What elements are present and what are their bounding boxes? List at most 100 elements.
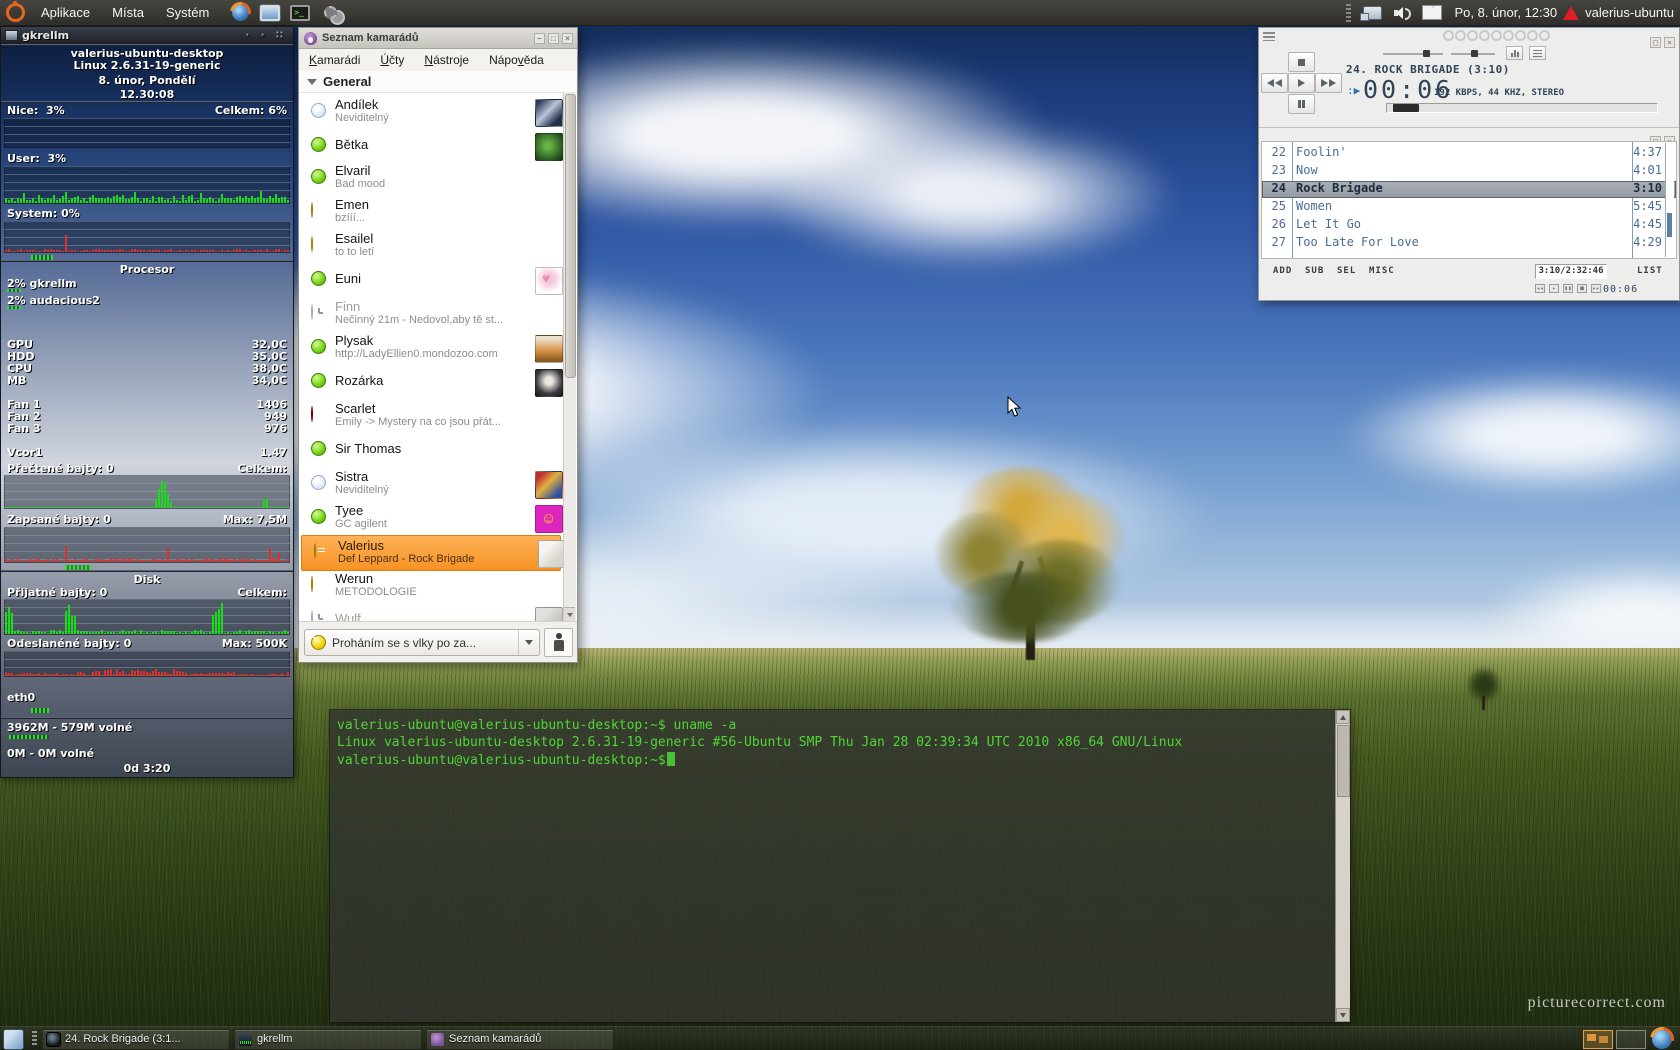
playlist-toggle-button[interactable]	[1529, 46, 1546, 60]
buddy-row[interactable]: Tyee GC agilent	[299, 501, 563, 535]
pidgin-titlebar[interactable]: Seznam kamarádů –□×	[299, 28, 577, 49]
list-button[interactable]: LIST	[1637, 266, 1663, 276]
gkrellm-date[interactable]: 8. únor, Pondělí	[1, 74, 293, 87]
mini-next-button[interactable]: ▸▸	[1591, 284, 1601, 293]
warning-icon[interactable]	[1563, 6, 1579, 20]
net-rx-chart[interactable]	[4, 599, 290, 635]
balance-slider[interactable]	[1451, 53, 1495, 55]
terminal-scrollbar[interactable]	[1335, 710, 1350, 1022]
scrollbar-thumb[interactable]	[565, 94, 576, 378]
gkrellm-titlebar-buttons[interactable]: · · ∷	[245, 30, 287, 41]
gears-icon[interactable]	[320, 3, 340, 23]
buddy-row[interactable]: Rozárka	[299, 365, 563, 399]
menu-places[interactable]: Místa	[101, 0, 155, 25]
playlist-row[interactable]: 23 Now 4:01	[1262, 163, 1676, 180]
gkrellm-clock[interactable]: 12.30:08	[1, 88, 293, 101]
buddy-row-selected[interactable]: Valerius Def Leppard - Rock Brigade	[301, 535, 561, 571]
volume-icon[interactable]	[1392, 3, 1412, 23]
scroll-down-button[interactable]	[1336, 1008, 1350, 1022]
menu-help[interactable]: Nápověda	[479, 53, 554, 67]
buddy-row[interactable]: Sir Thomas	[299, 433, 563, 467]
playlist-row[interactable]: 26 Let It Go 4:45	[1262, 217, 1676, 234]
previous-button[interactable]	[1261, 73, 1288, 93]
playlist-scrollbar[interactable]	[1665, 143, 1674, 257]
buddy-row[interactable]: Emen bzííí...	[299, 195, 563, 229]
play-button[interactable]	[1288, 73, 1315, 93]
mini-previous-button[interactable]: ◂◂	[1535, 284, 1545, 293]
menu-tools[interactable]: Nástroje	[414, 53, 479, 67]
cpu-nice-chart[interactable]	[4, 118, 290, 148]
panel-clock[interactable]: Po, 8. únor, 12:30	[1454, 5, 1557, 20]
mail-icon[interactable]	[1422, 3, 1442, 23]
taskbar-task-pidgin[interactable]: Seznam kamarádů	[426, 1029, 614, 1050]
mini-pause-button[interactable]: ▮▮	[1563, 284, 1573, 293]
taskbar-grip[interactable]	[32, 1031, 37, 1047]
playlist-titlebar[interactable]	[1259, 127, 1679, 142]
buddy-row[interactable]: Plysak http://LadyEllien0.mondozoo.com	[299, 331, 563, 365]
visualizer-button[interactable]	[1506, 46, 1523, 60]
notification-area-grip[interactable]	[1346, 4, 1351, 22]
buddy-list-scrollbar[interactable]	[563, 92, 576, 621]
player-window-buttons[interactable]: □×	[1647, 30, 1675, 49]
add-button[interactable]: ADD	[1273, 266, 1292, 276]
taskbar-task-gkrellm[interactable]: gkrellm	[234, 1029, 422, 1050]
workspace-1[interactable]	[1583, 1030, 1613, 1049]
gkrellm-titlebar[interactable]: gkrellm · · ∷	[1, 27, 293, 44]
playlist-row-selected[interactable]: 24 Rock Brigade 3:10	[1262, 181, 1676, 198]
display-icon[interactable]	[260, 3, 280, 23]
show-desktop-button[interactable]	[3, 1029, 24, 1050]
buddy-row[interactable]: Scarlet Emily -> Mystery na co jsou přát…	[299, 399, 563, 433]
sel-button[interactable]: SEL	[1337, 266, 1356, 276]
volume-slider[interactable]	[1383, 53, 1443, 55]
buddy-row[interactable]: Werun METODOLOGIE	[299, 569, 563, 603]
playlist-row[interactable]: 27 Too Late For Love 4:29	[1262, 235, 1676, 252]
buddy-icon-button[interactable]	[544, 628, 573, 657]
pidgin-window-buttons[interactable]: –□×	[531, 32, 573, 44]
stop-button[interactable]	[1288, 52, 1315, 72]
workspace-2[interactable]	[1616, 1030, 1646, 1049]
mini-play-button[interactable]: ▸	[1549, 284, 1559, 293]
firefox-icon[interactable]	[230, 3, 250, 23]
scrollbar-down-button[interactable]	[564, 607, 575, 621]
buddy-row[interactable]: Elvaril Bad mood	[299, 161, 563, 195]
menu-applications[interactable]: Aplikace	[30, 0, 101, 25]
playlist-row[interactable]: 25 Women 5:45	[1262, 199, 1676, 216]
buddy-row[interactable]: Wulf	[299, 603, 563, 621]
firefox-icon[interactable]	[1652, 1029, 1672, 1049]
taskbar-task-audacious[interactable]: 24. Rock Brigade (3:1...	[42, 1029, 230, 1050]
status-dropdown-button[interactable]	[518, 630, 539, 655]
seek-bar[interactable]	[1386, 103, 1658, 113]
seek-handle[interactable]	[1393, 104, 1419, 112]
buddy-row[interactable]: Esailel to to letí	[299, 229, 563, 263]
buddy-row[interactable]: Andílek Neviditelný	[299, 95, 563, 129]
disk-panel-label[interactable]: Disk	[1, 573, 293, 586]
cpu-system-chart[interactable]	[4, 221, 290, 253]
buddy-row[interactable]: Finn Nečinný 21m - Nedovol,aby tě st...	[299, 297, 563, 331]
pause-button[interactable]	[1288, 94, 1315, 114]
status-selector[interactable]: Proháním se s vlky po za...	[304, 629, 540, 656]
group-header-general[interactable]: General	[299, 71, 577, 93]
terminal-window[interactable]: valerius-ubuntu@valerius-ubuntu-desktop:…	[330, 710, 1350, 1022]
sub-button[interactable]: SUB	[1305, 266, 1324, 276]
ubuntu-logo-icon[interactable]	[5, 3, 25, 23]
misc-button[interactable]: MISC	[1369, 266, 1395, 276]
terminal-icon[interactable]: >_	[290, 3, 310, 23]
playlist-row[interactable]: 22 Foolin' 4:37	[1262, 145, 1676, 162]
net-tx-chart[interactable]	[4, 651, 290, 677]
disk-write-chart[interactable]	[4, 527, 290, 563]
hamburger-menu-icon[interactable]	[1263, 32, 1275, 41]
user-menu[interactable]: valerius-ubuntu	[1585, 5, 1674, 20]
buddy-row[interactable]: Bětka	[299, 129, 563, 163]
net-interface-label[interactable]: eth0	[7, 691, 35, 704]
mini-stop-button[interactable]: ■	[1577, 284, 1587, 293]
network-icon[interactable]	[1362, 3, 1382, 23]
menu-system[interactable]: Systém	[155, 0, 220, 25]
disk-read-chart[interactable]	[4, 475, 290, 509]
menu-buddies[interactable]: Kamarádi	[299, 53, 370, 67]
next-button[interactable]	[1315, 73, 1342, 93]
cpu-panel-label[interactable]: Procesor	[1, 263, 293, 276]
scrollbar-thumb[interactable]	[1337, 725, 1350, 797]
cpu-user-chart[interactable]	[4, 166, 290, 204]
buddy-row[interactable]: Sistra Neviditelný	[299, 467, 563, 501]
buddy-row[interactable]: Euni	[299, 263, 563, 297]
